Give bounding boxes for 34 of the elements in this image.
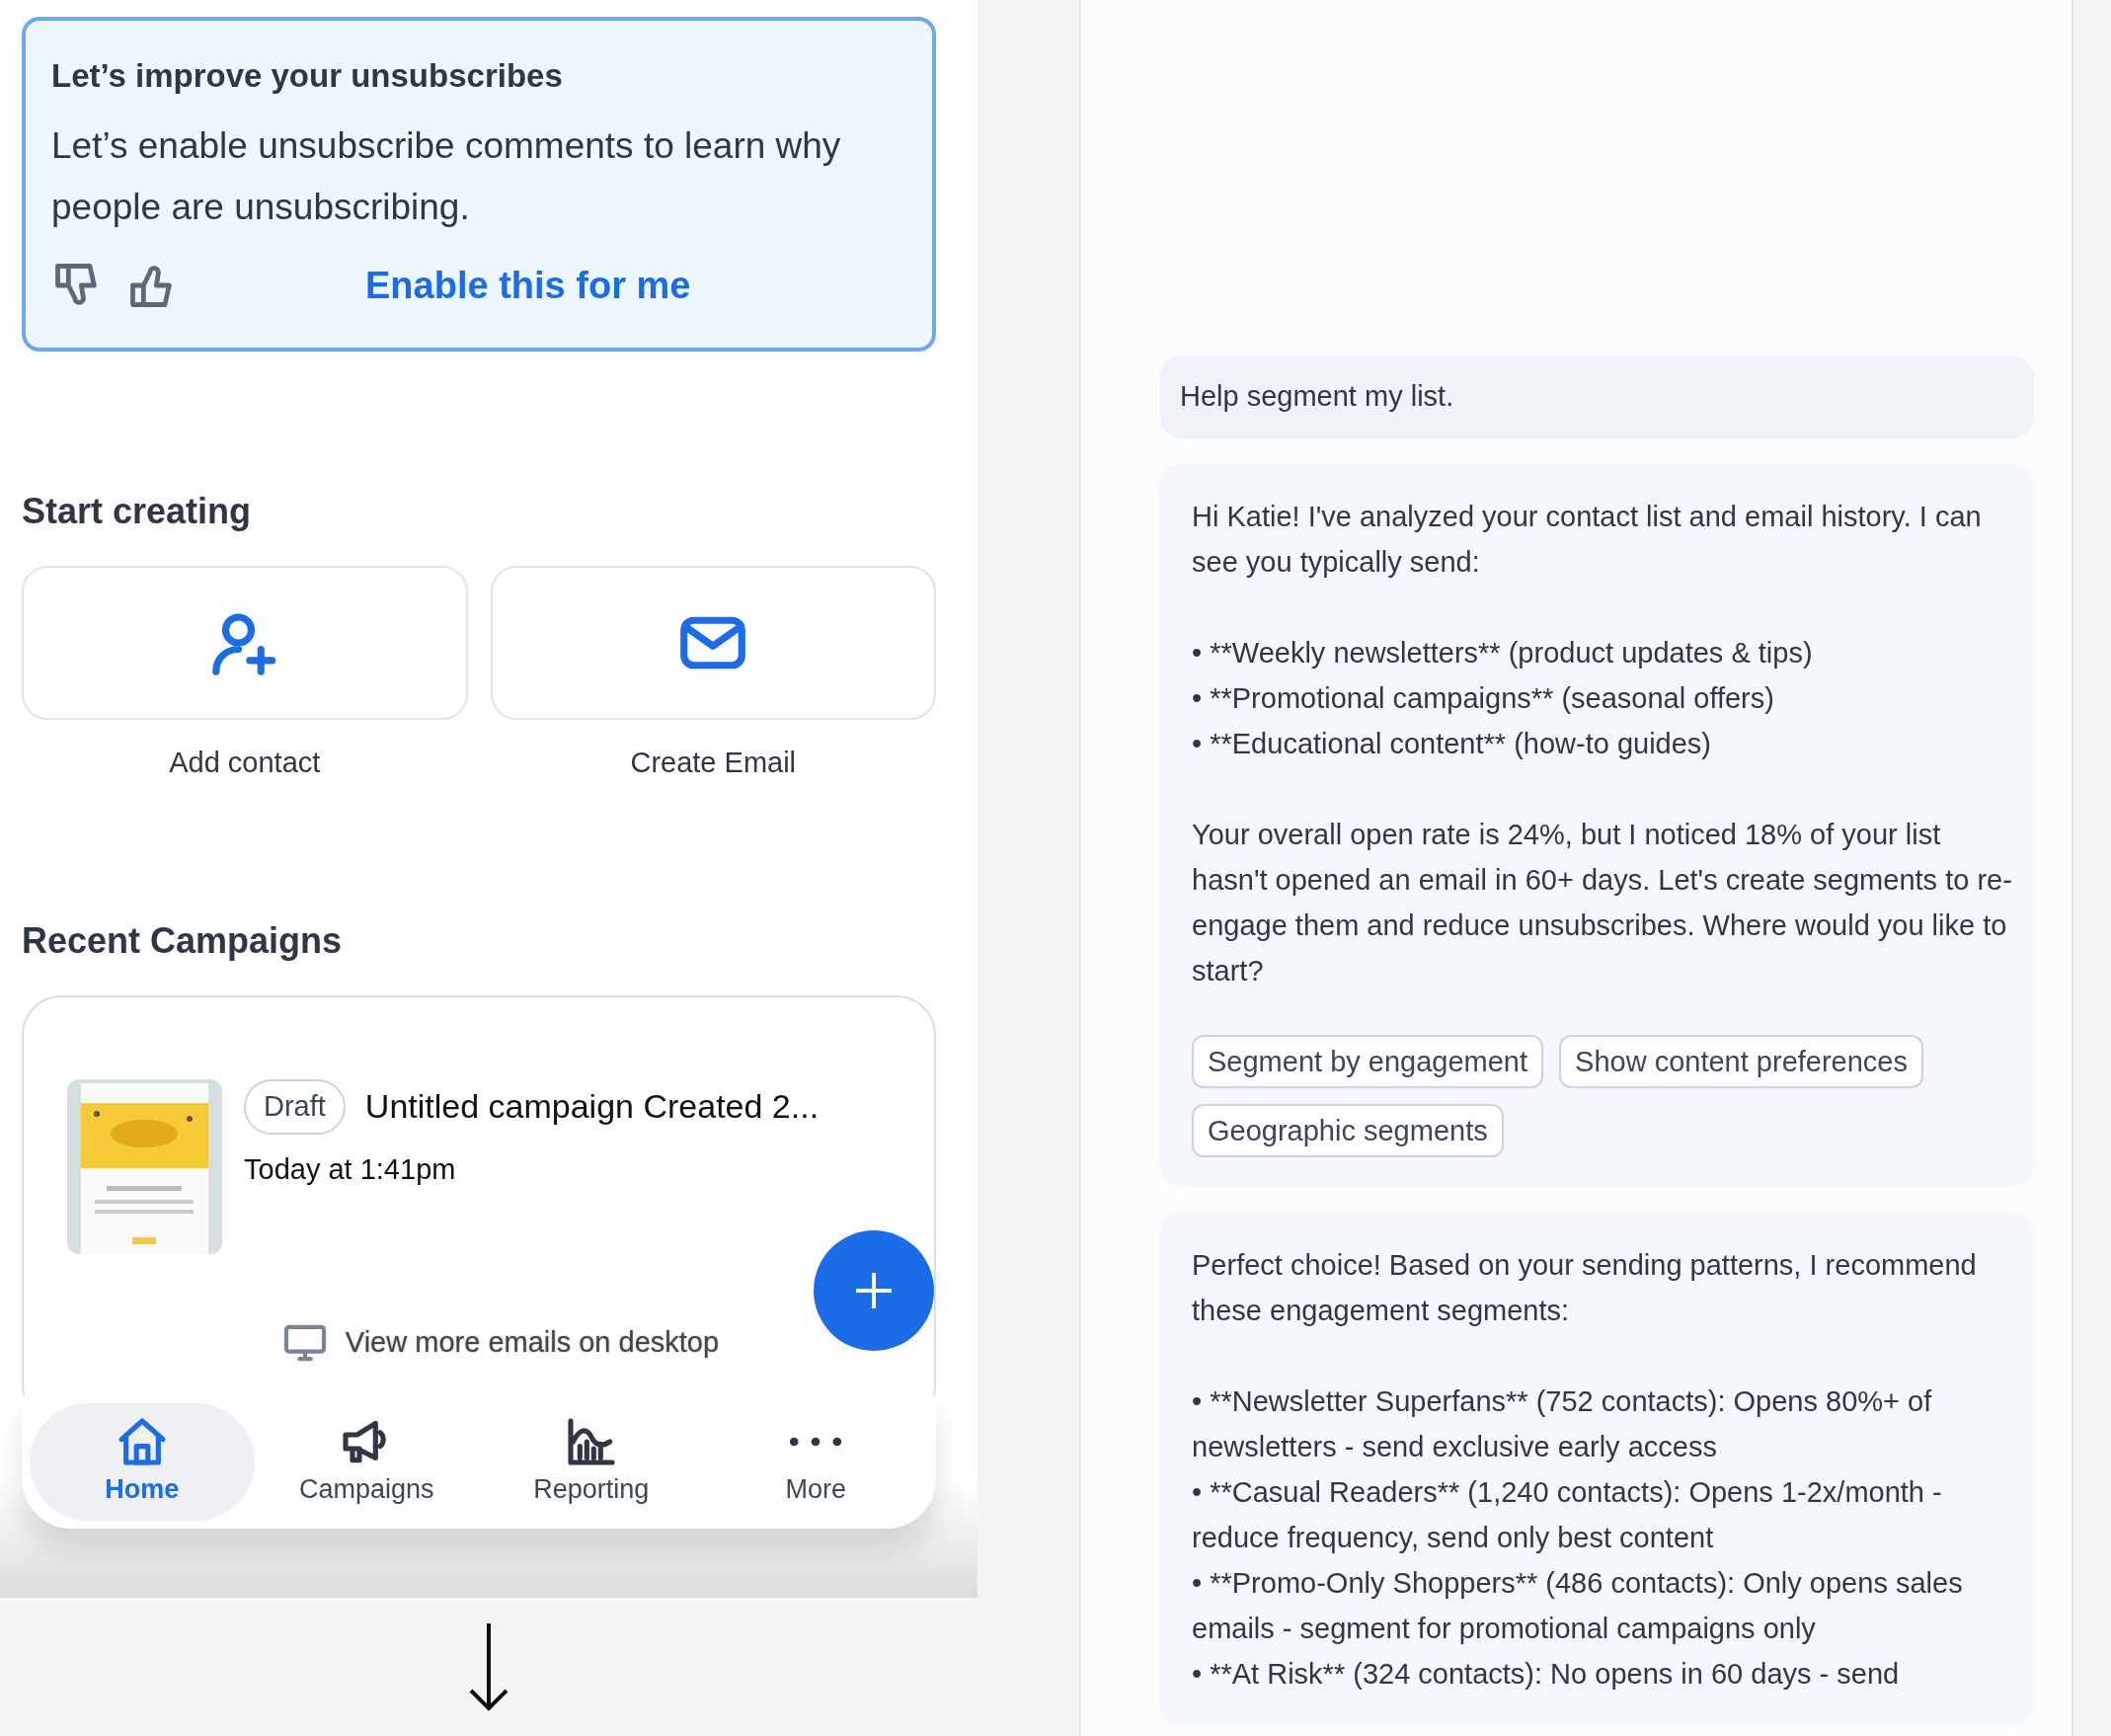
campaign-name[interactable]: Untitled campaign Created 2... bbox=[364, 1081, 820, 1133]
nav-tab[interactable]: More bbox=[703, 1403, 928, 1522]
nav-tab[interactable]: Reporting bbox=[479, 1403, 704, 1522]
create-tile[interactable] bbox=[22, 565, 468, 720]
suggestion-chip[interactable]: Geographic segments bbox=[1192, 1103, 1504, 1157]
bullet-item: • **Educational content** (how-to guides) bbox=[1192, 726, 1713, 761]
section-heading: Recent Campaigns bbox=[22, 919, 344, 964]
card-text: Let’s enable unsubscribe comments to learn why people are unsubscribing. bbox=[51, 123, 842, 229]
nav-tab[interactable]: Home bbox=[30, 1403, 255, 1522]
bullet-item: • **Newsletter Superfans** (752 contacts): Opens 80%+ of newsletters - send exclusive early access bbox=[1192, 1383, 1933, 1464]
message-text: Your overall open rate is 24%, but I noticed 18% of your list hasn't opened an email in 60+ days. Let's create segments to re-engage them and reduce unsubscribes. Where would you like to start? bbox=[1192, 817, 2012, 988]
suggestion-chip[interactable]: Segment by engagement bbox=[1192, 1034, 1544, 1088]
down-arrow-icon bbox=[467, 1621, 510, 1712]
section-heading: Start creating bbox=[22, 489, 253, 533]
message-text: Hi Katie! I've analyzed your contact list and email history. I can see you typically send: bbox=[1192, 499, 1983, 580]
message-text: Perfect choice! Based on your sending patterns, I recommend these engagement segments: bbox=[1192, 1247, 1978, 1328]
suggestion-chip[interactable]: Show content preferences bbox=[1559, 1034, 1923, 1088]
tile-label: Create Email bbox=[630, 745, 797, 780]
plus-icon bbox=[854, 1271, 894, 1311]
create-tile[interactable] bbox=[490, 565, 936, 720]
message-text: Help segment my list. bbox=[1180, 379, 1455, 414]
bullet-item: • **Promo-Only Shoppers** (486 contacts): Only opens sales emails - segment for promotional campaigns only bbox=[1192, 1565, 1964, 1646]
monitor-icon bbox=[281, 1322, 328, 1363]
tile-label: Add contact bbox=[169, 745, 321, 780]
enable-link[interactable]: Enable this for me bbox=[365, 257, 691, 314]
desktop-link[interactable]: View more emails on desktop bbox=[345, 1321, 720, 1365]
nav-tab[interactable]: Campaigns bbox=[254, 1403, 479, 1522]
bullet-item: • **Weekly newsletters** (product updates & tips) bbox=[1192, 635, 1814, 671]
card-title: Let’s improve your unsubscribes bbox=[51, 56, 564, 96]
status-tag: Draft bbox=[244, 1079, 346, 1135]
campaign-time: Today at 1:41pm bbox=[244, 1151, 457, 1187]
bullet-item: • **Promotional campaigns** (seasonal offers) bbox=[1192, 680, 1775, 716]
bullet-item: • **At Risk** (324 contacts): No opens in 60 days - send bbox=[1192, 1656, 1901, 1692]
bullet-item: • **Casual Readers** (1,240 contacts): Opens 1-2x/month - reduce frequency, send only best content bbox=[1192, 1474, 1943, 1555]
